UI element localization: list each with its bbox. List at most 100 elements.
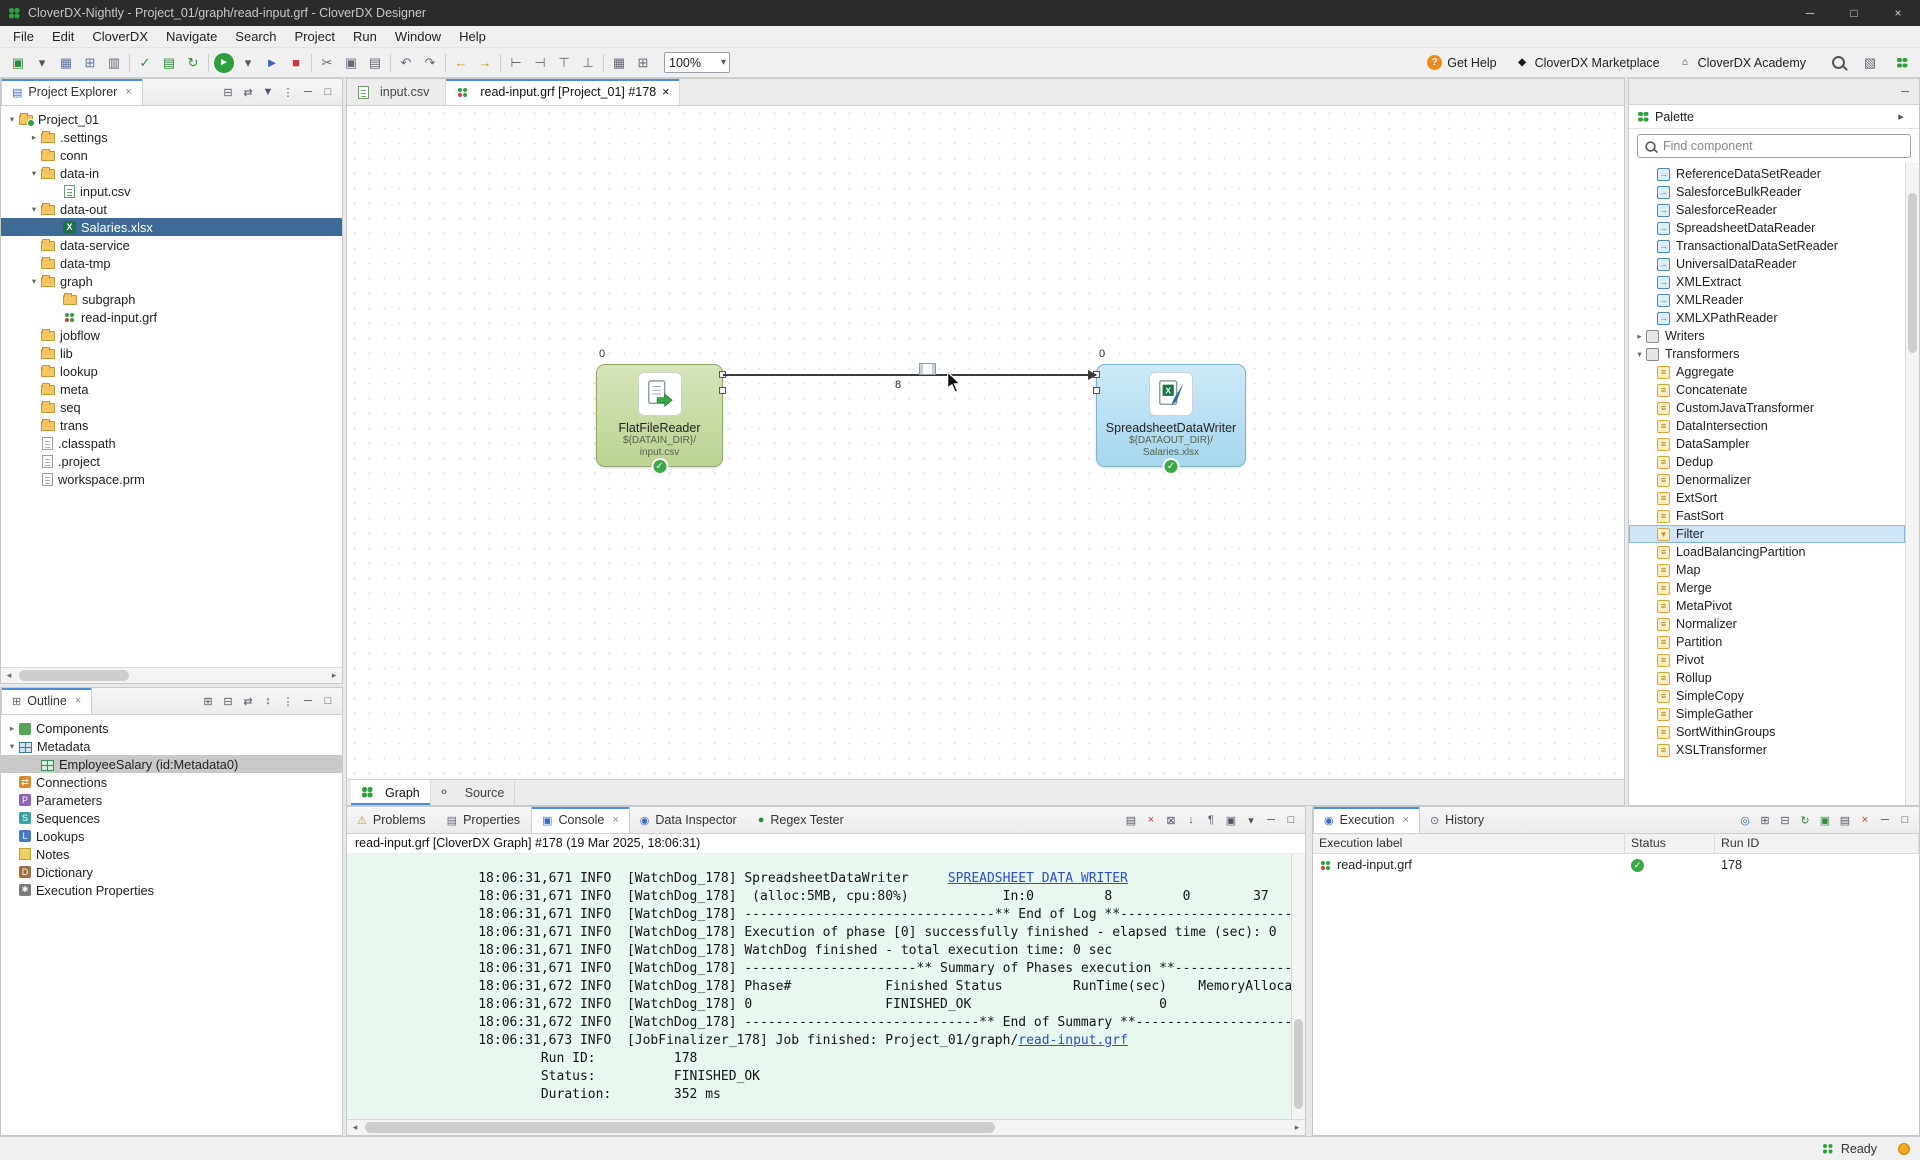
save-icon[interactable]: ▦	[54, 51, 78, 75]
copy-icon[interactable]: ▣	[339, 51, 363, 75]
cloverdx-academy-link[interactable]: ⌂ CloverDX Academy	[1678, 55, 1806, 70]
tab-regex-tester[interactable]: ● Regex Tester	[748, 807, 855, 833]
palette-item-datasampler[interactable]: DataSampler	[1629, 435, 1905, 453]
minimize-button[interactable]: ─	[1788, 0, 1832, 26]
back-icon[interactable]: ←	[449, 51, 473, 75]
search-icon[interactable]	[1826, 51, 1850, 75]
node-body[interactable]: X SpreadsheetDataWriter ${DATAOUT_DIR}/ …	[1096, 364, 1246, 467]
separator-icon[interactable]	[387, 53, 394, 73]
pin-console-icon[interactable]: ▣	[1221, 814, 1241, 827]
tab-source[interactable]: ‹› Source	[431, 780, 516, 805]
expander-chevron-icon[interactable]: ▾	[5, 114, 19, 125]
new-graph-icon[interactable]: ▣	[6, 51, 30, 75]
minimize-icon[interactable]: ─	[1875, 814, 1895, 826]
expander-chevron-icon[interactable]: ▸	[1633, 331, 1646, 342]
outline-item-dictionary[interactable]: Dictionary	[1, 863, 342, 881]
palette-item-fastsort[interactable]: FastSort	[1629, 507, 1905, 525]
palette-item-merge[interactable]: Merge	[1629, 579, 1905, 597]
palette-item-transactionaldatasetreader[interactable]: TransactionalDataSetReader	[1629, 237, 1905, 255]
outline-item-components[interactable]: ▸ Components	[1, 719, 342, 737]
menu-search[interactable]: Search	[226, 27, 285, 46]
remove-launch-icon[interactable]: ×	[1141, 814, 1161, 826]
tab-graph[interactable]: Graph	[351, 780, 431, 805]
node-flatfilereader[interactable]: 0	[596, 364, 723, 467]
outline-item-lookups[interactable]: Lookups	[1, 827, 342, 845]
collapse-all-icon[interactable]: ⊟	[1775, 814, 1795, 827]
menu-project[interactable]: Project	[286, 27, 344, 46]
column-execution-label[interactable]: Execution label	[1313, 834, 1625, 853]
column-status[interactable]: Status	[1625, 834, 1715, 853]
close-icon[interactable]: ×	[75, 695, 81, 707]
tab-problems[interactable]: ⚠ Problems	[347, 807, 437, 833]
forward-icon[interactable]: →	[473, 51, 497, 75]
cut-icon[interactable]: ✂	[315, 51, 339, 75]
tree-item-input-csv[interactable]: input.csv	[1, 182, 342, 200]
palette-item-pivot[interactable]: Pivot	[1629, 651, 1905, 669]
expander-chevron-icon[interactable]: ▾	[27, 276, 41, 287]
separator-icon[interactable]	[126, 53, 133, 73]
expander-chevron-icon[interactable]: ▾	[1633, 349, 1646, 360]
maximize-button[interactable]: □	[1832, 0, 1876, 26]
outline-item-notes[interactable]: Notes	[1, 845, 342, 863]
word-wrap-icon[interactable]: ¶	[1201, 814, 1221, 826]
tree-item-meta[interactable]: meta	[1, 380, 342, 398]
outline-item-sequences[interactable]: Sequences	[1, 809, 342, 827]
undo-icon[interactable]: ↶	[394, 51, 418, 75]
palette-item-filter[interactable]: Filter	[1629, 525, 1905, 543]
palette-item-map[interactable]: Map	[1629, 561, 1905, 579]
tab-properties[interactable]: ▤ Properties	[437, 807, 531, 833]
palette-item-universaldatareader[interactable]: UniversalDataReader	[1629, 255, 1905, 273]
open-perspective-icon[interactable]: ▧	[1858, 51, 1882, 75]
scroll-thumb[interactable]	[365, 1122, 995, 1133]
paste-icon[interactable]: ▤	[363, 51, 387, 75]
palette-item-loadbalancingpartition[interactable]: LoadBalancingPartition	[1629, 543, 1905, 561]
maximize-icon[interactable]: □	[1281, 814, 1301, 826]
menu-file[interactable]: File	[4, 27, 43, 46]
separator-icon[interactable]	[600, 53, 607, 73]
link-with-editor-icon[interactable]: ⇄	[238, 86, 258, 99]
execution-row-read-input-grf[interactable]: read-input.grf 178	[1313, 854, 1919, 876]
menu-navigate[interactable]: Navigate	[157, 27, 226, 46]
menu-window[interactable]: Window	[386, 27, 450, 46]
palette-item-simplegather[interactable]: SimpleGather	[1629, 705, 1905, 723]
palette-item-denormalizer[interactable]: Denormalizer	[1629, 471, 1905, 489]
palette-item-dedup[interactable]: Dedup	[1629, 453, 1905, 471]
maximize-icon[interactable]: □	[318, 695, 338, 707]
expander-chevron-icon[interactable]: ▾	[27, 204, 41, 215]
expander-chevron-icon[interactable]: ▾	[5, 741, 19, 752]
clear-console-icon[interactable]: ▤	[1121, 814, 1141, 827]
zoom-select[interactable]: 100%	[664, 52, 730, 73]
refresh-icon[interactable]: ↻	[181, 51, 205, 75]
tree-item-data-tmp[interactable]: data-tmp	[1, 254, 342, 272]
tree-item-workspace-prm[interactable]: workspace.prm	[1, 470, 342, 488]
console-vscrollbar[interactable]	[1291, 854, 1305, 1119]
scroll-thumb[interactable]	[19, 670, 129, 681]
tree-item-read-input-grf[interactable]: read-input.grf	[1, 308, 342, 326]
palette-item-simplecopy[interactable]: SimpleCopy	[1629, 687, 1905, 705]
align-top-icon[interactable]: ⊤	[552, 51, 576, 75]
console-hscrollbar[interactable]: ◂ ▸	[347, 1119, 1305, 1135]
log-link[interactable]: read-input.grf	[1018, 1033, 1128, 1048]
open-graph-icon[interactable]: ▣	[1815, 814, 1835, 827]
column-run-id[interactable]: Run ID	[1715, 834, 1919, 853]
align-right-icon[interactable]: ⊣	[528, 51, 552, 75]
scroll-right-icon[interactable]: ▸	[1289, 1122, 1305, 1133]
menu-run[interactable]: Run	[344, 27, 386, 46]
palette-item-xmlreader[interactable]: XMLReader	[1629, 291, 1905, 309]
close-icon[interactable]: ×	[612, 814, 618, 826]
tab-console[interactable]: ▣ Console ×	[531, 807, 630, 833]
tree-item-classpath[interactable]: .classpath	[1, 434, 342, 452]
cloverdx-marketplace-link[interactable]: ◆ CloverDX Marketplace	[1515, 55, 1660, 70]
remove-icon[interactable]: ×	[1855, 814, 1875, 826]
scroll-left-icon[interactable]: ◂	[347, 1122, 363, 1133]
expander-chevron-icon[interactable]: ▸	[5, 723, 19, 734]
expand-all-icon[interactable]: ⊞	[198, 695, 218, 708]
database-icon[interactable]: ▤	[157, 51, 181, 75]
link-with-editor-icon[interactable]: ⇄	[238, 695, 258, 708]
scroll-track[interactable]	[17, 668, 326, 683]
new-dropdown-icon[interactable]: ▾	[30, 51, 54, 75]
outline-item-connections[interactable]: Connections	[1, 773, 342, 791]
port-square[interactable]	[719, 387, 726, 394]
tab-input-csv[interactable]: input.csv	[347, 79, 446, 105]
scroll-thumb[interactable]	[1908, 193, 1917, 353]
